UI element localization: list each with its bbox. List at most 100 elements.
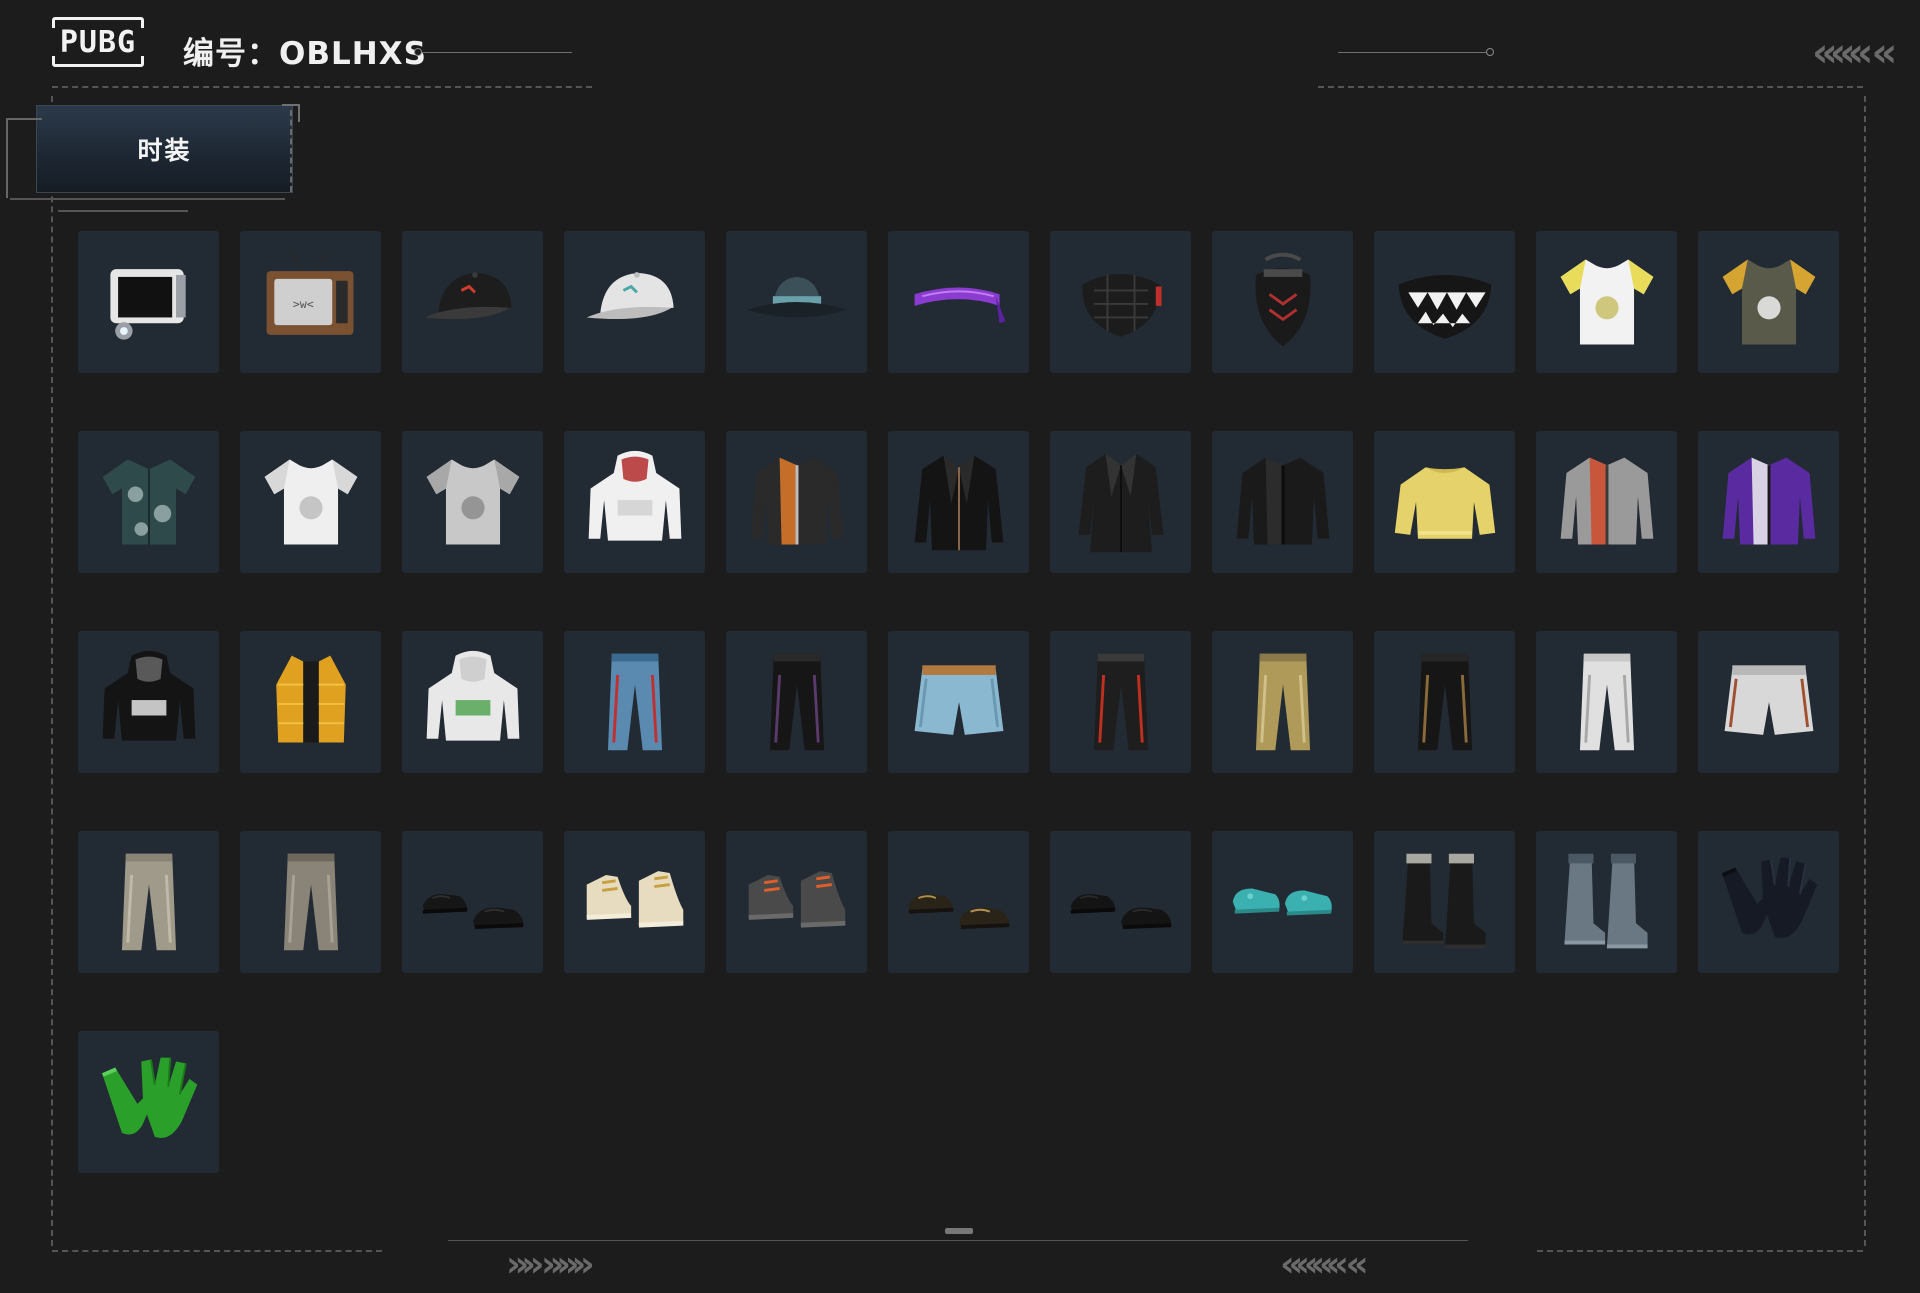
item-tile[interactable] [564,831,705,973]
bucket-hat-icon [741,246,853,358]
shorts-icon [1713,646,1825,758]
item-tile[interactable] [1212,231,1353,373]
item-tile[interactable] [240,631,381,773]
item-tile[interactable] [1212,631,1353,773]
sneakers-icon [741,846,853,958]
tab-decor-line [10,198,285,200]
item-tile[interactable] [1050,831,1191,973]
item-tile[interactable] [1212,831,1353,973]
item-tile[interactable] [240,831,381,973]
item-tile[interactable] [1698,231,1839,373]
baseball-cap-icon [579,246,691,358]
pants-icon [1227,646,1339,758]
frame-top-right [1318,86,1863,88]
boots-icon [1551,846,1663,958]
item-tile[interactable] [1698,631,1839,773]
item-tile[interactable] [402,431,543,573]
decor-line [422,52,572,53]
item-tile[interactable] [1050,231,1191,373]
item-tile[interactable] [78,431,219,573]
item-tile[interactable] [78,631,219,773]
dress-shoes-icon [1065,846,1177,958]
shorts-icon [903,646,1015,758]
teeth-mask-icon [1389,246,1501,358]
account-id-label: 编号：OBLHXS [183,36,427,72]
coat-icon [903,446,1015,558]
jacket-icon [1713,446,1825,558]
item-tile[interactable] [726,231,867,373]
pants-icon [93,846,205,958]
clogs-icon [1227,846,1339,958]
item-tile[interactable] [888,231,1029,373]
hoodie-icon [93,646,205,758]
item-tile[interactable] [726,431,867,573]
tshirt-icon [1713,246,1825,358]
item-tile[interactable] [1374,431,1515,573]
item-tile[interactable] [1536,831,1677,973]
item-tile[interactable] [1536,431,1677,573]
item-tile[interactable]: >w< [240,231,381,373]
tab-decor-line [58,210,188,212]
item-tile[interactable] [1536,231,1677,373]
frame-right [1864,96,1866,1246]
chevron-left-icon: «««« « [1280,1244,1369,1285]
pants-icon [1551,646,1663,758]
chevron-left-icon: ««« « [1812,30,1897,76]
bottom-divider [448,1240,1468,1241]
dress-shoes-icon [903,846,1015,958]
item-tile[interactable] [78,231,219,373]
item-tile[interactable] [888,831,1029,973]
item-tile[interactable] [1698,831,1839,973]
item-tile[interactable] [564,631,705,773]
respirator-mask-icon [1227,246,1339,358]
tab-decor-line [290,110,292,192]
item-tile[interactable] [726,631,867,773]
item-tile[interactable] [240,431,381,573]
item-tile[interactable] [888,431,1029,573]
frame-left [51,96,53,1246]
sneakers-icon [579,846,691,958]
item-tile[interactable] [1050,631,1191,773]
item-tile[interactable] [402,231,543,373]
pants-icon [1065,646,1177,758]
pants-icon [255,846,367,958]
item-tile[interactable] [564,231,705,373]
headband-icon [903,246,1015,358]
pants-icon [1389,646,1501,758]
chevron-right-icon: »» »»» [506,1244,595,1285]
item-tile[interactable] [564,431,705,573]
item-tile[interactable] [402,831,543,973]
pants-icon [741,646,853,758]
tv-head-icon: >w< [255,246,367,358]
scroll-indicator[interactable] [945,1228,973,1234]
item-tile[interactable] [726,831,867,973]
jacket-icon [741,446,853,558]
face-mask-icon [1065,246,1177,358]
item-tile[interactable] [78,831,219,973]
hoodie-icon [417,646,529,758]
sweater-icon [1389,446,1501,558]
item-tile[interactable] [1374,831,1515,973]
tshirt-icon [255,446,367,558]
frame-bottom-left [52,1250,382,1252]
item-tile[interactable] [1050,431,1191,573]
item-tile[interactable] [1374,231,1515,373]
pants-icon [579,646,691,758]
tab-fashion[interactable]: 时装 [36,105,293,193]
frame-bottom-right [1537,1250,1863,1252]
boots-icon [1389,846,1501,958]
shirt-icon [93,446,205,558]
svg-text:>w<: >w< [292,297,313,311]
item-tile[interactable] [402,631,543,773]
dress-shoes-icon [417,846,529,958]
decor-dot [414,48,422,56]
item-tile[interactable] [1698,431,1839,573]
item-tile[interactable] [1536,631,1677,773]
item-tile[interactable] [1212,431,1353,573]
camera-head-icon [93,246,205,358]
item-tile[interactable] [888,631,1029,773]
item-tile[interactable] [78,1031,219,1173]
tab-decor-line [6,118,8,198]
tab-decor-line [6,118,42,120]
item-tile[interactable] [1374,631,1515,773]
